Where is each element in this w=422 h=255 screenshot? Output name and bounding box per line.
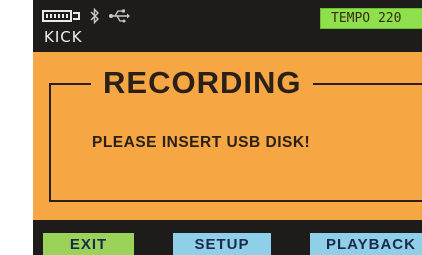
status-bar: KICK TEMPO 220 bbox=[33, 0, 422, 52]
usb-warning-message: PLEASE INSERT USB DISK! bbox=[92, 134, 311, 151]
battery-plug bbox=[73, 12, 80, 20]
bluetooth-icon bbox=[90, 7, 99, 25]
device-screen: KICK TEMPO 220 RECORDING PLEASE INSERT U… bbox=[33, 0, 422, 255]
usb-icon bbox=[109, 9, 130, 23]
track-label: KICK bbox=[44, 28, 83, 46]
recording-title: RECORDING bbox=[91, 65, 314, 101]
exit-button[interactable]: EXIT bbox=[43, 233, 134, 255]
setup-button[interactable]: SETUP bbox=[173, 233, 271, 255]
recording-panel: RECORDING PLEASE INSERT USB DISK! bbox=[33, 52, 422, 220]
playback-button[interactable]: PLAYBACK bbox=[310, 233, 422, 255]
battery-icon bbox=[42, 10, 72, 22]
tempo-badge: TEMPO 220 bbox=[320, 8, 422, 29]
